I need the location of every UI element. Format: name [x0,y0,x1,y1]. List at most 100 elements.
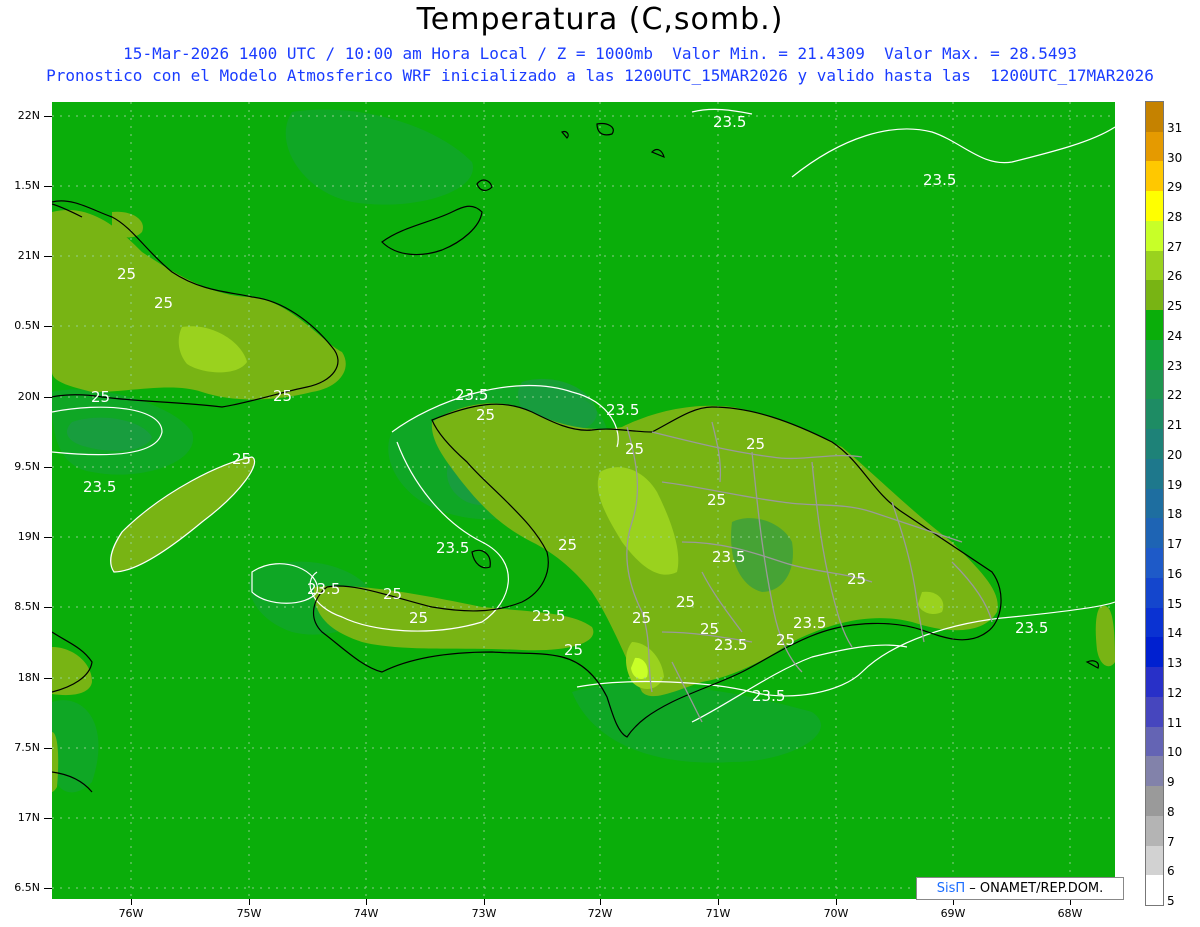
credit-brand: SisΠ [936,881,966,896]
map-panel: 23.5 23.5 25 25 25 25 25 23.5 23.5 25 23.5 25 25 25 23… [52,102,1115,899]
contour-label: 25 [383,585,402,603]
lat-tick [44,748,52,749]
color-scale-cell [1146,399,1163,430]
color-scale-bar [1145,101,1164,906]
contour-label: 25 [476,406,495,424]
chart-title: Temperatura (C,somb.) [416,2,784,37]
lat-tick [44,467,52,468]
lon-label: 75W [236,907,262,920]
contour-label: 23.5 [714,636,747,654]
color-scale-label: 12 [1167,685,1183,700]
lon-tick [718,899,719,905]
lat-label: 18N [17,671,40,684]
color-scale-cell [1146,845,1163,876]
color-scale-label: 23 [1167,358,1183,373]
chart-subtitle-model: Pronostico con el Modelo Atmosferico WRF… [46,66,1154,85]
lat-tick [44,537,52,538]
color-scale-cell [1146,607,1163,638]
contour-label: 23.5 [752,687,785,705]
lat-tick [44,397,52,398]
color-scale-label: 13 [1167,656,1183,671]
color-scale-cell [1146,250,1163,281]
lat-tick [44,888,52,889]
color-scale-cell [1146,458,1163,490]
color-scale-label: 26 [1167,269,1183,284]
contour-label: 23.5 [712,548,745,566]
contour-label: 23.5 [793,614,826,632]
lat-tick [44,326,52,327]
color-scale-cell [1146,875,1163,906]
temperature-map: 23.523.5252525 252523.523.525 23.525 252523… [52,102,1115,899]
color-scale-cell [1146,667,1163,698]
contour-label: 25 [746,435,765,453]
lon-tick [366,899,367,905]
lon-label: 73W [471,907,497,920]
contour-label: 23.5 [1015,619,1048,637]
color-scale-cell [1146,518,1163,549]
color-scale-cell [1146,756,1163,787]
lat-tick [44,256,52,257]
color-scale-label: 11 [1167,715,1183,730]
lon-label: 71W [705,907,731,920]
contour-label: 25 [273,387,292,405]
contour-label: 25 [154,294,173,312]
color-scale-label: 28 [1167,209,1183,224]
lat-label: 21N [17,249,40,262]
lat-tick [44,678,52,679]
color-scale-cell [1146,786,1163,817]
contour-label: 25 [117,265,136,283]
contour-label: 23.5 [713,113,746,131]
color-scale-label: 8 [1167,804,1175,819]
color-scale-cell [1146,131,1163,162]
lon-label: 68W [1057,907,1083,920]
lat-label: 22N [17,109,40,122]
contour-label: 25 [632,609,651,627]
color-scale-cell [1146,577,1163,609]
contour-label: 23.5 [606,401,639,419]
color-scale-label: 25 [1167,299,1183,314]
color-scale-cell [1146,488,1163,519]
lon-tick [484,899,485,905]
lon-tick [836,899,837,905]
credit-text: – ONAMET/REP.DOM. [969,881,1104,896]
lat-label: 6.5N [14,881,40,894]
color-scale-label: 6 [1167,864,1175,879]
contour-label: 25 [776,631,795,649]
color-scale-label: 15 [1167,596,1183,611]
lat-label: 19N [17,530,40,543]
lat-label: 0.5N [14,319,40,332]
color-scale-label: 22 [1167,388,1183,403]
color-scale-label: 10 [1167,745,1183,760]
lat-tick [44,818,52,819]
color-scale-label: 18 [1167,507,1183,522]
color-scale-label: 20 [1167,447,1183,462]
lat-label: 8.5N [14,600,40,613]
contour-label: 25 [676,593,695,611]
contour-label: 25 [232,450,251,468]
color-scale-cell [1146,696,1163,728]
color-scale-cell [1146,191,1163,222]
color-scale-label: 9 [1167,775,1175,790]
contour-label: 23.5 [83,478,116,496]
color-scale-cell [1146,429,1163,460]
contour-label: 23.5 [455,386,488,404]
contour-label: 25 [91,388,110,406]
color-scale-label: 27 [1167,239,1183,254]
contour-label: 25 [847,570,866,588]
contour-label: 23.5 [307,580,340,598]
color-scale-label: 14 [1167,626,1183,641]
color-scale-cell [1146,548,1163,579]
color-scale-label: 31 [1167,120,1183,135]
lat-tick [44,186,52,187]
lon-tick [249,899,250,905]
color-scale-label: 24 [1167,328,1183,343]
lon-tick [600,899,601,905]
contour-label: 25 [564,641,583,659]
color-scale-label: 17 [1167,537,1183,552]
color-scale-label: 21 [1167,418,1183,433]
lon-label: 74W [353,907,379,920]
color-scale-cell [1146,637,1163,668]
lat-label: 20N [17,390,40,403]
color-scale-cell [1146,161,1163,192]
contour-label: 25 [558,536,577,554]
